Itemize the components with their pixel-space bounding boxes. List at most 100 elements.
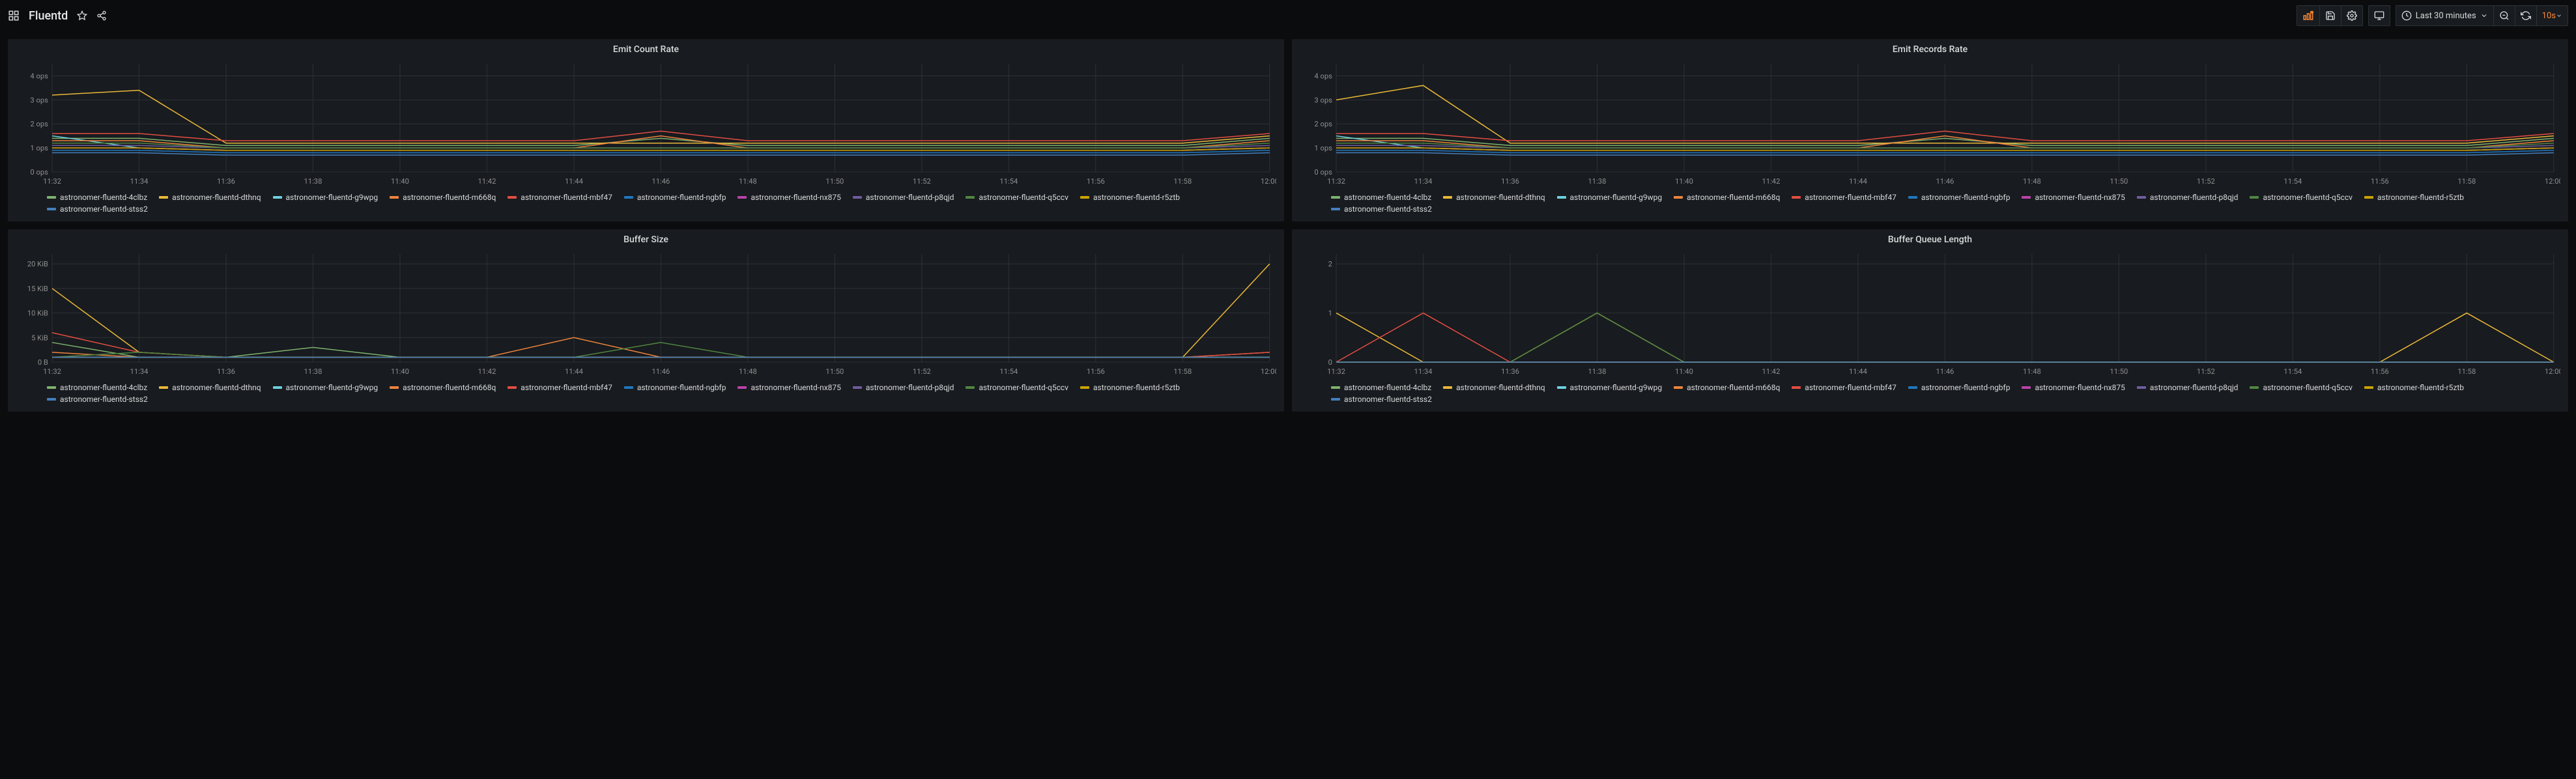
svg-text:11:34: 11:34 [130,177,149,186]
add-panel-button[interactable] [2297,5,2320,26]
chart-area[interactable]: 0 ops1 ops2 ops3 ops4 ops11:3211:3411:36… [1292,57,2568,188]
chart-area[interactable]: 0 B5 KiB10 KiB15 KiB20 KiB11:3211:3411:3… [8,248,1284,378]
svg-text:20 KiB: 20 KiB [27,260,48,268]
legend-item[interactable]: astronomer-fluentd-p8qjd [853,383,954,392]
legend-swatch-icon [390,386,399,389]
legend-swatch-icon [1792,386,1801,389]
refresh-button[interactable] [2515,5,2537,26]
dashboard-title[interactable]: Fluentd [29,9,68,23]
svg-text:11:46: 11:46 [651,367,670,376]
legend-swatch-icon [1443,386,1452,389]
refresh-interval-picker[interactable]: 10s [2537,5,2568,26]
legend-item[interactable]: astronomer-fluentd-mbf47 [508,383,612,392]
chart-area[interactable]: 0 ops1 ops2 ops3 ops4 ops11:3211:3411:36… [8,57,1284,188]
svg-text:11:40: 11:40 [391,367,409,376]
legend-item[interactable]: astronomer-fluentd-q5ccv [2250,383,2353,392]
panel-actions-group [2297,5,2363,26]
legend-item[interactable]: astronomer-fluentd-dthnq [1443,383,1545,392]
panel-title: Buffer Queue Length [1292,229,2568,248]
legend-item[interactable]: astronomer-fluentd-m668q [390,383,496,392]
legend-label: astronomer-fluentd-dthnq [172,383,261,392]
svg-text:11:54: 11:54 [2283,367,2302,376]
legend-item[interactable]: astronomer-fluentd-4clbz [47,383,147,392]
legend-item[interactable]: astronomer-fluentd-g9wpg [273,383,379,392]
share-icon[interactable] [96,10,107,21]
dashboard-settings-button[interactable] [2341,5,2363,26]
legend-label: astronomer-fluentd-stss2 [60,205,148,214]
legend-item[interactable]: astronomer-fluentd-q5ccv [2250,193,2353,202]
svg-text:3 ops: 3 ops [1314,96,1332,104]
legend-item[interactable]: astronomer-fluentd-stss2 [47,205,148,214]
svg-text:11:50: 11:50 [825,367,844,376]
legend-item[interactable]: astronomer-fluentd-nx875 [2022,193,2125,202]
save-dashboard-button[interactable] [2320,5,2341,26]
legend-item[interactable]: astronomer-fluentd-mbf47 [508,193,612,202]
panel-buffer_queue_len[interactable]: Buffer Queue Length 01211:3211:3411:3611… [1292,229,2568,412]
svg-text:11:34: 11:34 [1414,177,1433,186]
legend-item[interactable]: astronomer-fluentd-ngbfp [1908,383,2011,392]
legend-label: astronomer-fluentd-stss2 [1344,205,1432,214]
svg-text:11:34: 11:34 [130,367,149,376]
legend-item[interactable]: astronomer-fluentd-r5ztb [1080,383,1180,392]
legend-item[interactable]: astronomer-fluentd-ngbfp [1908,193,2011,202]
legend-label: astronomer-fluentd-r5ztb [2377,383,2464,392]
svg-text:11:58: 11:58 [1173,367,1192,376]
svg-text:1 ops: 1 ops [30,144,48,152]
legend-item[interactable]: astronomer-fluentd-g9wpg [1557,193,1663,202]
legend-item[interactable]: astronomer-fluentd-p8qjd [2137,193,2239,202]
legend-item[interactable]: astronomer-fluentd-stss2 [1331,205,1432,214]
legend-item[interactable]: astronomer-fluentd-stss2 [1331,395,1432,404]
time-range-label: Last 30 minutes [2416,11,2476,21]
legend-item[interactable]: astronomer-fluentd-ngbfp [624,193,726,202]
legend-item[interactable]: astronomer-fluentd-nx875 [737,193,840,202]
legend-item[interactable]: astronomer-fluentd-nx875 [737,383,840,392]
legend-item[interactable]: astronomer-fluentd-r5ztb [1080,193,1180,202]
svg-text:11:32: 11:32 [43,367,61,376]
svg-text:11:54: 11:54 [2283,177,2302,186]
panel-buffer_size[interactable]: Buffer Size 0 B5 KiB10 KiB15 KiB20 KiB11… [8,229,1284,412]
legend-item[interactable]: astronomer-fluentd-dthnq [159,193,261,202]
legend-item[interactable]: astronomer-fluentd-g9wpg [1557,383,1663,392]
legend-item[interactable]: astronomer-fluentd-r5ztb [2364,383,2464,392]
panel-emit_records_rate[interactable]: Emit Records Rate 0 ops1 ops2 ops3 ops4 … [1292,39,2568,221]
svg-text:11:44: 11:44 [1849,367,1867,376]
legend-label: astronomer-fluentd-q5ccv [2263,193,2353,202]
legend-item[interactable]: astronomer-fluentd-4clbz [1331,193,1431,202]
chart-area[interactable]: 01211:3211:3411:3611:3811:4011:4211:4411… [1292,248,2568,378]
svg-text:11:48: 11:48 [739,367,757,376]
star-icon[interactable] [77,10,87,21]
chevron-down-icon [2556,12,2562,19]
legend-swatch-icon [1080,196,1089,199]
legend-item[interactable]: astronomer-fluentd-m668q [1674,383,1780,392]
svg-text:12:00: 12:00 [1261,177,1276,186]
legend-item[interactable]: astronomer-fluentd-r5ztb [2364,193,2464,202]
legend-label: astronomer-fluentd-ngbfp [637,383,726,392]
legend-item[interactable]: astronomer-fluentd-dthnq [1443,193,1545,202]
legend-item[interactable]: astronomer-fluentd-m668q [390,193,496,202]
legend-item[interactable]: astronomer-fluentd-p8qjd [2137,383,2239,392]
legend-item[interactable]: astronomer-fluentd-stss2 [47,395,148,404]
legend-item[interactable]: astronomer-fluentd-q5ccv [966,193,1068,202]
legend-item[interactable]: astronomer-fluentd-p8qjd [853,193,954,202]
legend-item[interactable]: astronomer-fluentd-m668q [1674,193,1780,202]
legend-item[interactable]: astronomer-fluentd-nx875 [2022,383,2125,392]
dashboard-grid-icon[interactable] [8,10,20,21]
legend-item[interactable]: astronomer-fluentd-q5ccv [966,383,1068,392]
refresh-interval-label: 10s [2542,11,2556,21]
svg-text:11:54: 11:54 [999,177,1018,186]
time-range-picker[interactable]: Last 30 minutes [2396,5,2494,26]
legend-item[interactable]: astronomer-fluentd-4clbz [47,193,147,202]
legend-item[interactable]: astronomer-fluentd-ngbfp [624,383,726,392]
legend-swatch-icon [966,196,975,199]
legend-item[interactable]: astronomer-fluentd-dthnq [159,383,261,392]
panel-emit_count_rate[interactable]: Emit Count Rate 0 ops1 ops2 ops3 ops4 op… [8,39,1284,221]
legend-item[interactable]: astronomer-fluentd-mbf47 [1792,193,1896,202]
zoom-out-button[interactable] [2494,5,2515,26]
legend-label: astronomer-fluentd-stss2 [1344,395,1432,404]
legend-item[interactable]: astronomer-fluentd-g9wpg [273,193,379,202]
legend-label: astronomer-fluentd-q5ccv [979,383,1068,392]
tv-mode-button[interactable] [2368,5,2390,26]
svg-text:11:44: 11:44 [565,177,583,186]
legend-item[interactable]: astronomer-fluentd-mbf47 [1792,383,1896,392]
legend-item[interactable]: astronomer-fluentd-4clbz [1331,383,1431,392]
